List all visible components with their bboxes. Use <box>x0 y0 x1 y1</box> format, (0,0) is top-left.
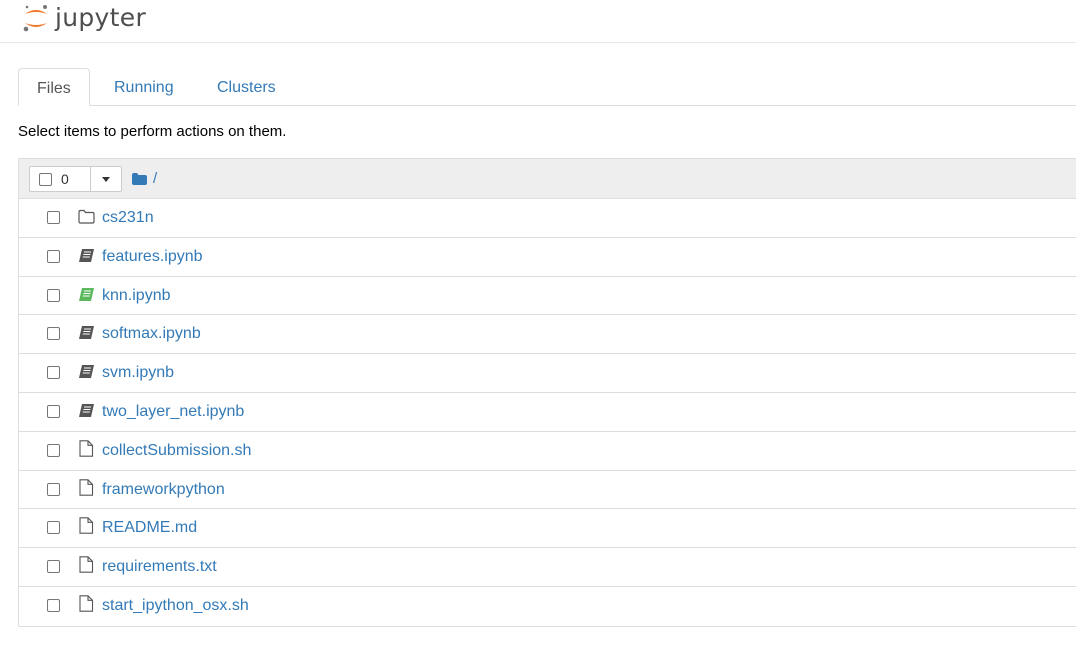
row-checkbox[interactable] <box>47 366 60 380</box>
select-dropdown-button[interactable] <box>91 167 121 191</box>
file-icon <box>79 517 94 535</box>
row-checkbox[interactable] <box>47 249 60 263</box>
jupyter-logo[interactable]: jupyter <box>22 1 146 35</box>
row-checkbox[interactable] <box>47 288 60 302</box>
select-all-checkbox[interactable] <box>39 172 52 186</box>
notebook-icon <box>79 403 94 417</box>
item-name-link[interactable]: features.ipynb <box>102 248 203 266</box>
top-header: jupyter <box>0 0 1076 43</box>
item-name-link[interactable]: cs231n <box>102 209 154 227</box>
row-checkbox[interactable] <box>47 443 60 457</box>
logo-text: jupyter <box>55 2 147 32</box>
file-icon <box>79 478 94 496</box>
folder-icon[interactable] <box>132 172 147 185</box>
breadcrumb-root[interactable]: / <box>153 170 157 187</box>
item-name-link[interactable]: collectSubmission.sh <box>102 442 251 460</box>
tab-running[interactable]: Running <box>96 68 192 106</box>
list-item[interactable]: features.ipynb <box>19 238 1076 277</box>
list-item[interactable]: start_ipython_osx.sh <box>19 587 1076 626</box>
chevron-down-icon <box>102 176 110 182</box>
list-item[interactable]: collectSubmission.sh <box>19 432 1076 471</box>
list-item[interactable]: softmax.ipynb <box>19 315 1076 355</box>
file-icon <box>79 556 94 573</box>
file-icon <box>79 595 94 612</box>
file-icon <box>79 440 94 457</box>
item-name-link[interactable]: start_ipython_osx.sh <box>102 597 249 615</box>
item-name-link[interactable]: softmax.ipynb <box>102 325 201 343</box>
item-name-link[interactable]: README.md <box>102 519 197 537</box>
list-item[interactable]: README.md <box>19 509 1076 549</box>
notebook-running-icon <box>79 287 94 301</box>
tab-files[interactable]: Files <box>18 68 90 106</box>
folder-icon <box>78 209 95 224</box>
row-checkbox[interactable] <box>47 521 60 535</box>
item-name-link[interactable]: two_layer_net.ipynb <box>102 403 244 421</box>
tab-clusters[interactable]: Clusters <box>199 68 294 106</box>
file-list-header: 0 / <box>19 159 1076 199</box>
list-item[interactable]: knn.ipynb <box>19 277 1076 316</box>
item-name-link[interactable]: requirements.txt <box>102 558 217 576</box>
notebook-icon <box>79 326 94 340</box>
breadcrumb: / <box>132 170 157 187</box>
row-checkbox[interactable] <box>47 404 60 418</box>
select-all-group: 0 <box>29 166 122 192</box>
row-checkbox[interactable] <box>47 327 60 341</box>
jupyter-logo-icon <box>23 5 47 32</box>
list-item[interactable]: cs231n <box>19 199 1076 238</box>
item-name-link[interactable]: frameworkpython <box>102 481 225 499</box>
file-list: 0 / cs231n features.ipynb knn.ipynb soft… <box>18 158 1076 627</box>
list-item[interactable]: requirements.txt <box>19 548 1076 587</box>
item-name-link[interactable]: knn.ipynb <box>102 287 171 305</box>
row-checkbox[interactable] <box>47 482 60 496</box>
item-name-link[interactable]: svm.ipynb <box>102 364 174 382</box>
notebook-icon <box>79 248 94 262</box>
row-checkbox[interactable] <box>47 560 60 574</box>
selection-hint: Select items to perform actions on them. <box>18 123 287 140</box>
tab-bar: Files Running Clusters <box>18 68 1076 106</box>
list-item[interactable]: svm.ipynb <box>19 354 1076 393</box>
row-checkbox[interactable] <box>47 598 60 612</box>
notebook-icon <box>79 365 94 379</box>
row-checkbox[interactable] <box>47 211 60 224</box>
selected-count: 0 <box>61 171 69 187</box>
list-item[interactable]: frameworkpython <box>19 471 1076 510</box>
select-all-button[interactable]: 0 <box>30 167 91 191</box>
list-item[interactable]: two_layer_net.ipynb <box>19 393 1076 432</box>
